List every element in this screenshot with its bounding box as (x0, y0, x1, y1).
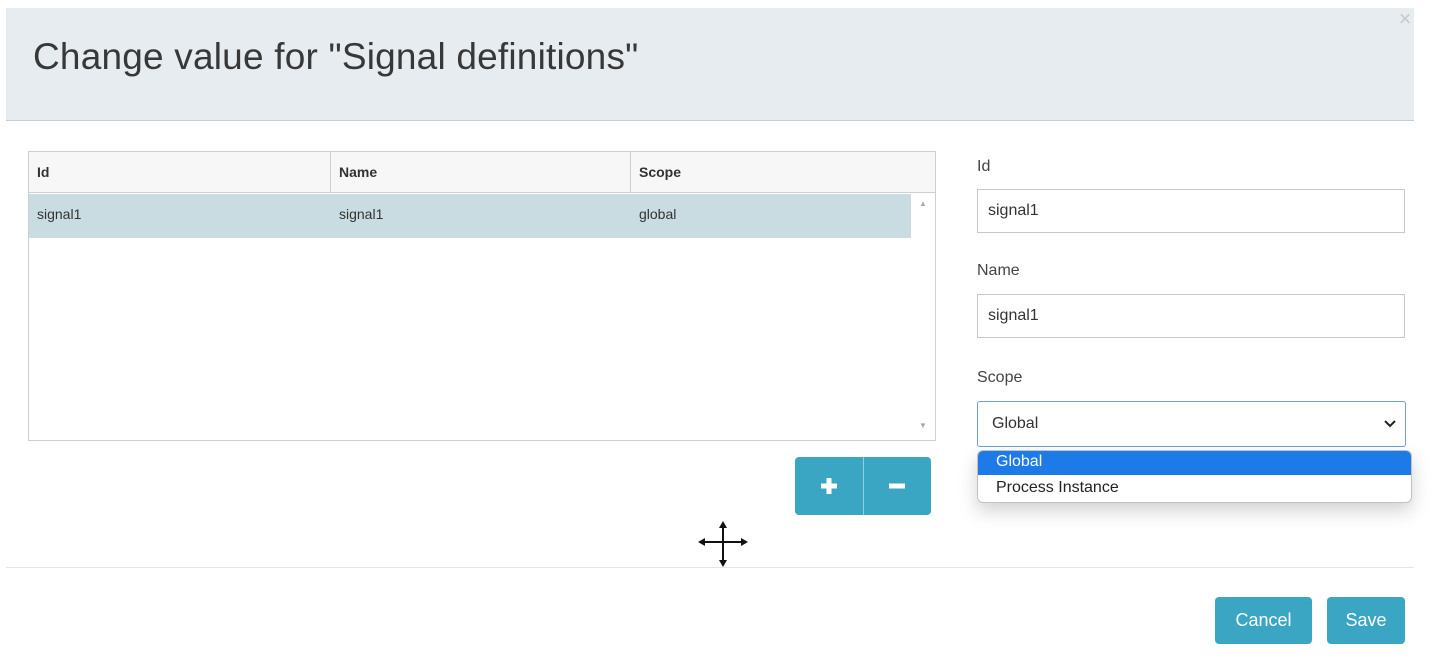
table-header: Id Name Scope (29, 152, 935, 193)
name-field[interactable]: signal1 (977, 294, 1405, 338)
add-row-button[interactable] (795, 457, 864, 515)
scroll-up-arrow-icon[interactable]: ▲ (917, 198, 929, 210)
id-field[interactable]: signal1 (977, 189, 1405, 233)
scope-option-global[interactable]: Global (978, 451, 1411, 475)
close-icon[interactable]: × (1394, 6, 1416, 32)
minus-icon (889, 483, 905, 489)
name-label: Name (977, 262, 1020, 279)
column-header-id[interactable]: Id (29, 152, 331, 192)
plus-icon (821, 478, 837, 494)
cell-scope: global (639, 206, 677, 222)
footer-divider (6, 567, 1414, 568)
scroll-down-arrow-icon[interactable]: ▼ (917, 420, 929, 432)
cancel-button[interactable]: Cancel (1215, 597, 1312, 644)
remove-row-button[interactable] (863, 457, 931, 515)
chevron-down-icon (1384, 420, 1396, 428)
scope-select-value: Global (992, 415, 1039, 432)
signals-table: Id Name Scope signal1 signal1 global ▲ ▼ (28, 151, 936, 441)
scope-select[interactable]: Global (977, 401, 1406, 447)
cell-name: signal1 (339, 206, 384, 222)
scope-dropdown-list: Global Process Instance (977, 450, 1412, 503)
column-header-scope[interactable]: Scope (631, 152, 935, 192)
row-button-group (795, 457, 931, 515)
id-label: Id (977, 158, 991, 175)
scope-option-process-instance[interactable]: Process Instance (978, 477, 1411, 501)
table-row[interactable]: signal1 signal1 global (29, 194, 911, 238)
move-cursor-icon (698, 521, 748, 567)
dialog-title: Change value for "Signal definitions" (33, 36, 639, 77)
dialog-header: Change value for "Signal definitions" (6, 8, 1414, 121)
save-button[interactable]: Save (1327, 597, 1405, 644)
column-header-name[interactable]: Name (331, 152, 631, 192)
scope-label: Scope (977, 369, 1023, 386)
cell-id: signal1 (37, 206, 82, 222)
